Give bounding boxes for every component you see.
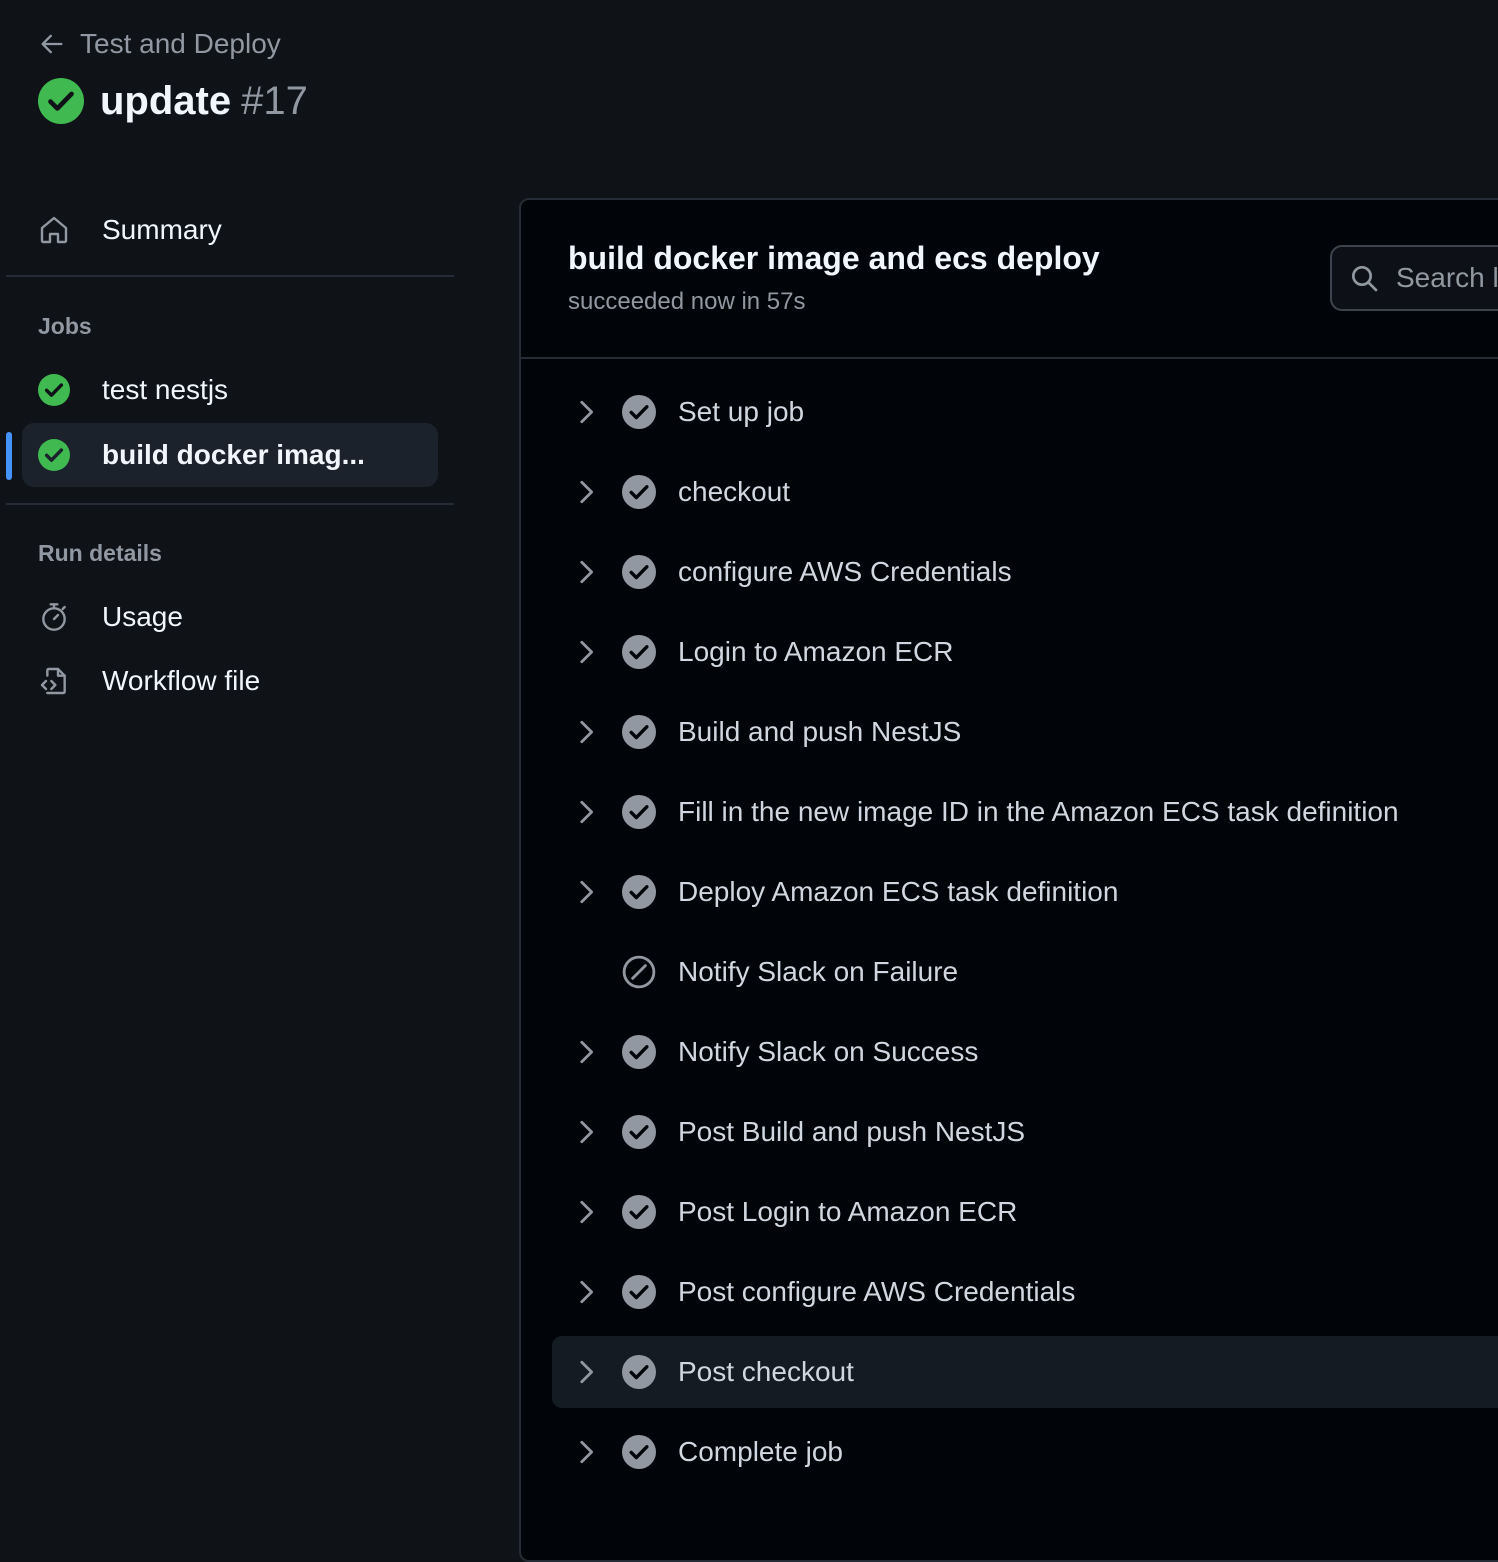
chevron-right-icon <box>576 878 596 906</box>
check-circle-fill-icon <box>622 1435 656 1469</box>
step-label: Post checkout <box>678 1356 854 1387</box>
job-title: build docker image and ecs deploy <box>568 240 1100 276</box>
chevron-right-icon <box>576 1198 596 1226</box>
panel-header-divider <box>521 357 1498 359</box>
step-row[interactable]: configure AWS Credentials <box>552 536 1498 608</box>
step-row[interactable]: Post configure AWS Credentials <box>552 1256 1498 1328</box>
check-circle-fill-icon <box>622 555 656 589</box>
sidebar-item-summary[interactable]: Summary <box>22 198 438 262</box>
sidebar-item-label: Summary <box>102 214 222 245</box>
step-label: Post Login to Amazon ECR <box>678 1196 1018 1227</box>
check-circle-fill-icon <box>622 635 656 669</box>
run-details-heading: Run details <box>38 540 162 566</box>
back-link[interactable]: Test and Deploy <box>38 26 281 62</box>
step-label: Notify Slack on Failure <box>678 956 959 987</box>
check-circle-fill-icon <box>622 1035 656 1069</box>
chevron-right-icon <box>576 798 596 826</box>
step-label: Deploy Amazon ECS task definition <box>678 876 1119 907</box>
sidebar-item-label: build docker imag... <box>102 439 365 470</box>
step-row[interactable]: Complete job <box>552 1416 1498 1488</box>
step-row[interactable]: Post checkout <box>552 1336 1498 1408</box>
chevron-right-icon <box>576 558 596 586</box>
step-label: Fill in the new image ID in the Amazon E… <box>678 796 1399 827</box>
step-label: Complete job <box>678 1436 843 1467</box>
run-title: update #17 <box>38 78 308 124</box>
arrow-left-icon <box>38 30 66 58</box>
check-circle-fill-icon <box>622 395 656 429</box>
step-label: Post Build and push NestJS <box>678 1116 1026 1147</box>
step-row[interactable]: Set up job <box>552 376 1498 448</box>
chevron-right-icon <box>576 1278 596 1306</box>
sidebar-item-label: Usage <box>102 601 183 632</box>
step-row[interactable]: Fill in the new image ID in the Amazon E… <box>552 776 1498 848</box>
step-row[interactable]: Deploy Amazon ECS task definition <box>552 856 1498 928</box>
check-circle-fill-icon <box>622 1115 656 1149</box>
check-circle-fill-icon <box>38 374 70 406</box>
step-row[interactable]: Build and push NestJS <box>552 696 1498 768</box>
jobs-heading: Jobs <box>38 313 92 339</box>
chevron-right-icon <box>576 478 596 506</box>
step-row[interactable]: Post Login to Amazon ECR <box>552 1176 1498 1248</box>
sidebar-item-label: Workflow file <box>102 665 261 696</box>
file-code-icon <box>38 665 70 697</box>
check-circle-fill-icon <box>38 78 84 124</box>
check-circle-fill-icon <box>622 1275 656 1309</box>
chevron-right-icon <box>576 1038 596 1066</box>
check-circle-fill-icon <box>622 875 656 909</box>
active-indicator <box>6 432 12 480</box>
step-row[interactable]: Login to Amazon ECR <box>552 616 1498 688</box>
check-circle-fill-icon <box>622 715 656 749</box>
chevron-right-icon <box>576 398 596 426</box>
step-label: configure AWS Credentials <box>678 556 1012 587</box>
step-label: Login to Amazon ECR <box>678 636 954 667</box>
step-label: Set up job <box>678 396 805 427</box>
check-circle-fill-icon <box>622 1355 656 1389</box>
check-circle-fill-icon <box>622 475 656 509</box>
step-row[interactable]: Post Build and push NestJS <box>552 1096 1498 1168</box>
step-row[interactable]: checkout <box>552 456 1498 528</box>
run-name: update <box>100 78 232 123</box>
sidebar-job-test-nestjs[interactable]: test nestjs <box>22 358 438 422</box>
sidebar-item-workflow-file[interactable]: Workflow file <box>22 649 438 713</box>
run-number: #17 <box>241 78 308 123</box>
chevron-right-icon <box>576 718 596 746</box>
sidebar-job-build-docker[interactable]: build docker imag... <box>22 423 438 487</box>
step-label: checkout <box>678 476 791 507</box>
sidebar-divider <box>6 503 454 505</box>
check-circle-fill-icon <box>622 795 656 829</box>
home-icon <box>38 214 70 246</box>
skip-icon <box>622 955 656 989</box>
sidebar-divider <box>6 275 454 277</box>
step-row: Notify Slack on Failure <box>552 936 1498 1008</box>
chevron-right-icon <box>576 1358 596 1386</box>
step-label: Notify Slack on Success <box>678 1036 979 1067</box>
step-row[interactable]: Notify Slack on Success <box>552 1016 1498 1088</box>
sidebar-item-label: test nestjs <box>102 374 229 405</box>
chevron-right-icon <box>576 638 596 666</box>
step-label: Post configure AWS Credentials <box>678 1276 1076 1307</box>
workflow-name: Test and Deploy <box>80 28 281 59</box>
chevron-right-icon <box>576 1118 596 1146</box>
search-placeholder: Search l <box>1396 262 1498 293</box>
search-logs-input[interactable]: Search l <box>1330 245 1498 311</box>
step-label: Build and push NestJS <box>678 716 962 747</box>
sidebar-item-usage[interactable]: Usage <box>22 585 438 649</box>
stopwatch-icon <box>38 601 70 633</box>
check-circle-fill-icon <box>622 1195 656 1229</box>
search-icon <box>1348 262 1380 294</box>
check-circle-fill-icon <box>38 439 70 471</box>
job-status-text: succeeded now in 57s <box>568 288 806 315</box>
chevron-right-icon <box>576 1438 596 1466</box>
